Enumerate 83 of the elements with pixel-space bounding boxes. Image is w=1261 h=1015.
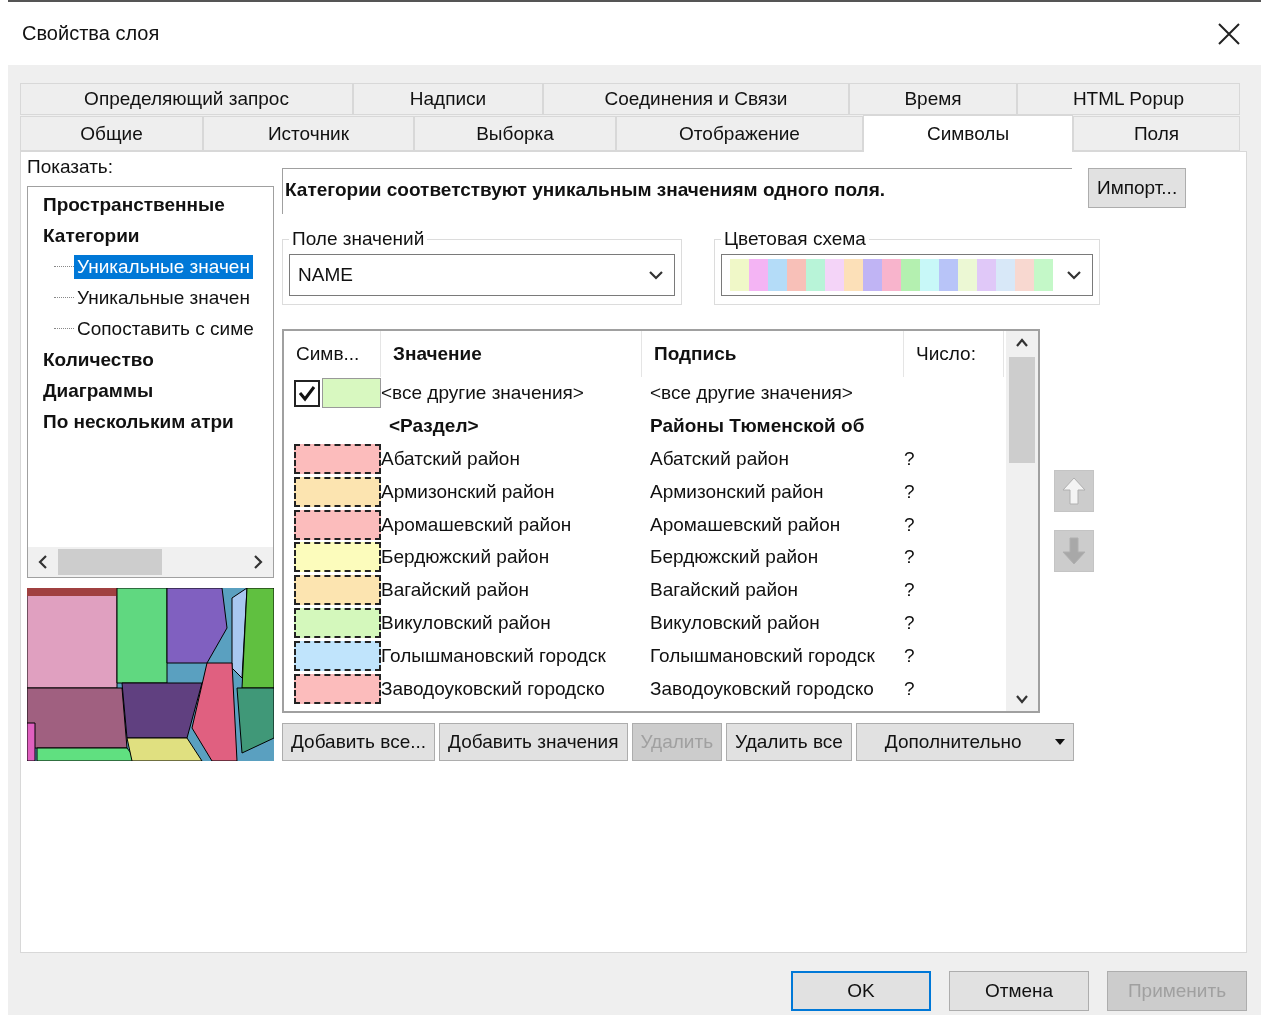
label-cell-text: Голышмановский городск xyxy=(649,644,876,667)
label-cell-text: Районы Тюменской об xyxy=(649,415,866,438)
tree-item[interactable]: Диаграммы xyxy=(40,378,157,403)
group-label: Поле значений xyxy=(291,228,426,250)
value-cell-text: Вагайский район xyxy=(381,579,531,602)
tab[interactable]: HTML Popup xyxy=(1017,83,1240,115)
tree-item[interactable]: Количество xyxy=(40,347,157,372)
checkmark-icon xyxy=(297,383,318,404)
column-header[interactable]: Значение xyxy=(381,331,642,377)
tree-item[interactable]: Уникальные значен xyxy=(74,254,253,279)
tree-item[interactable]: Категории xyxy=(40,223,143,248)
column-header[interactable]: Подпись xyxy=(642,331,904,377)
tree-item[interactable]: По нескольким атри xyxy=(40,409,237,434)
tab[interactable]: Надписи xyxy=(353,83,543,115)
column-header[interactable]: Симв... xyxy=(284,331,381,377)
color-scheme-dropdown[interactable] xyxy=(721,254,1093,296)
label-cell-text: Заводоуковский городско xyxy=(649,677,875,700)
count-cell-text: ? xyxy=(904,546,916,569)
scrollbar-thumb[interactable] xyxy=(58,549,162,575)
tab[interactable]: Определяющий запрос xyxy=(20,83,353,115)
symbol-swatch[interactable] xyxy=(294,476,381,507)
count-cell-text: ? xyxy=(904,579,916,602)
symbol-swatch[interactable] xyxy=(294,542,381,573)
label-cell-text: Армизонский район xyxy=(649,480,825,503)
count-cell-text: ? xyxy=(904,677,916,700)
value-cell-text: <все другие значения> xyxy=(381,382,585,405)
count-cell-text: ? xyxy=(904,448,916,470)
action-button[interactable]: Добавить все... xyxy=(282,723,436,761)
value-cell-text: Заводоуковский городско xyxy=(381,677,606,700)
tab[interactable]: Общие xyxy=(20,116,203,151)
more-dropdown-button[interactable]: Дополнительно xyxy=(855,723,1074,761)
dialog-button[interactable]: OK xyxy=(791,971,931,1011)
description-text: Категории соответствуют уникальным значениям одного поля. xyxy=(282,168,1072,214)
checkbox[interactable] xyxy=(294,379,321,407)
close-icon xyxy=(1217,21,1241,46)
action-button[interactable]: Добавить значения xyxy=(439,723,628,761)
column-header[interactable]: Число: xyxy=(904,331,1004,377)
import-button[interactable]: Импорт... xyxy=(1088,168,1187,208)
label-cell-text: Вагайский район xyxy=(649,579,800,602)
count-cell-text: ? xyxy=(904,480,916,503)
symbol-swatch[interactable] xyxy=(322,378,381,409)
symbol-swatch[interactable] xyxy=(294,607,381,638)
tab[interactable]: Символы xyxy=(863,115,1073,152)
tab[interactable]: Источник xyxy=(203,116,414,151)
label-cell-text: Абатский район xyxy=(649,448,790,470)
scrollbar-thumb[interactable] xyxy=(1009,357,1035,463)
vertical-scrollbar[interactable] xyxy=(1006,331,1038,711)
value-cell-text: Абатский район xyxy=(381,448,521,470)
tab[interactable]: Поля xyxy=(1073,116,1240,151)
group-label: Цветовая схема xyxy=(723,228,867,250)
label-cell-text: Аромашевский район xyxy=(649,513,842,536)
tree-item[interactable]: Уникальные значен xyxy=(74,285,253,310)
show-label: Показать: xyxy=(27,156,115,179)
value-cell-text: Викуловский район xyxy=(381,611,552,634)
tab[interactable]: Отображение xyxy=(616,116,863,151)
symbol-swatch[interactable] xyxy=(294,444,381,474)
count-cell-text: ? xyxy=(904,644,916,667)
symbol-swatch[interactable] xyxy=(294,673,381,704)
tree-item[interactable]: Пространственные xyxy=(40,192,228,217)
symbol-swatch[interactable] xyxy=(294,575,381,606)
value-cell-text: Армизонский район xyxy=(381,480,556,503)
value-cell-text: Бердюжский район xyxy=(381,546,551,569)
value-cell-text: Аромашевский район xyxy=(381,513,573,536)
value-cell-text: <Раздел> xyxy=(388,415,480,438)
value-cell-text: Голышмановский городск xyxy=(381,644,607,667)
label-cell-text: Викуловский район xyxy=(649,611,821,634)
window-title: Свойства слоя xyxy=(22,22,160,45)
tab[interactable]: Выборка xyxy=(414,116,616,151)
tab[interactable]: Время xyxy=(849,83,1017,115)
arrow-up-icon xyxy=(1061,476,1087,506)
symbol-swatch[interactable] xyxy=(294,509,381,540)
tab[interactable]: Соединения и Связи xyxy=(543,83,849,115)
action-button[interactable]: Удалить все xyxy=(726,723,852,761)
value-field-dropdown[interactable]: NAME xyxy=(289,254,675,296)
label-cell-text: Бердюжский район xyxy=(649,546,820,569)
count-cell-text: ? xyxy=(904,513,916,536)
horizontal-scrollbar[interactable] xyxy=(28,547,273,577)
label-cell-text: <все другие значения> xyxy=(649,382,854,405)
count-cell-text: ? xyxy=(904,611,916,634)
dialog-button[interactable]: Отмена xyxy=(949,971,1089,1011)
tree-item[interactable]: Сопоставить с симе xyxy=(74,316,257,341)
symbol-swatch[interactable] xyxy=(294,640,381,671)
arrow-down-icon xyxy=(1061,536,1087,566)
